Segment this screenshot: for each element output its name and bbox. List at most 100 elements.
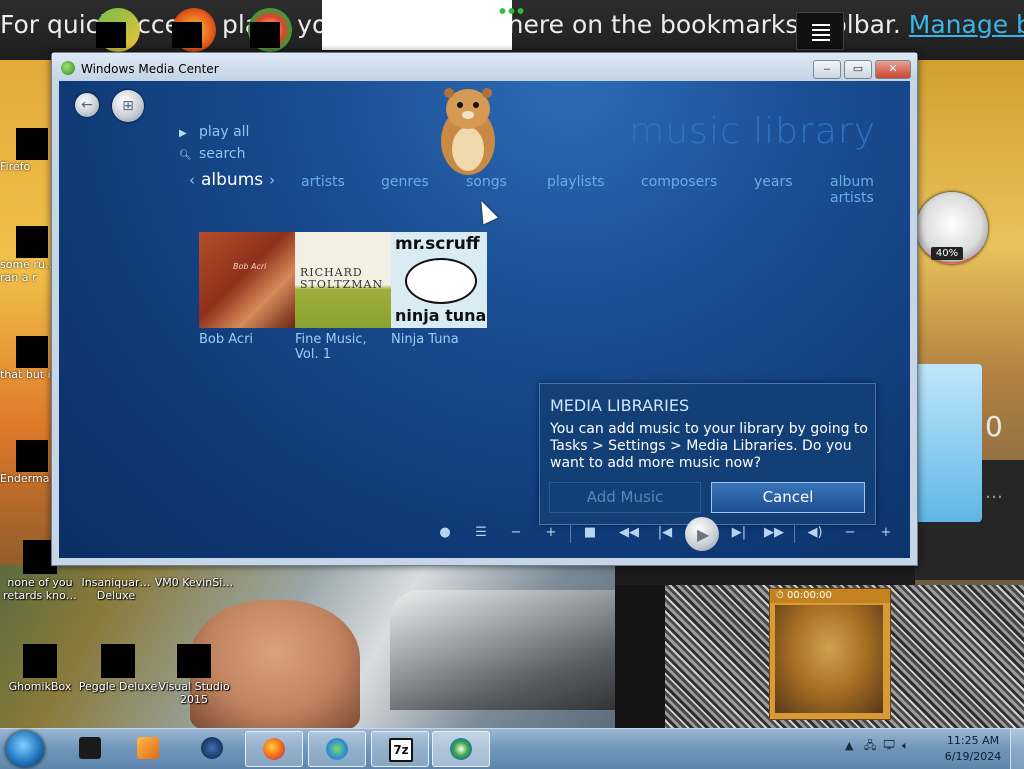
green-dots <box>498 6 526 16</box>
category-artists[interactable]: artists <box>301 174 345 190</box>
channel-up-icon[interactable]: + <box>541 525 561 540</box>
network-icon[interactable]: 🖧 <box>864 739 876 752</box>
taskbar-explorer[interactable] <box>62 731 118 765</box>
show-desktop-button[interactable] <box>1010 729 1024 769</box>
album-tile[interactable]: Bob Acri Bob Acri <box>199 232 295 347</box>
category-albums[interactable]: ‹ albums › <box>183 170 281 190</box>
desktop-icon-label: Peggle Deluxe <box>78 680 158 693</box>
media-center-content: ← ⊞ ▶ play all 🔍︎ search music library ‹ al… <box>59 81 910 558</box>
stop-icon[interactable]: ■ <box>580 525 600 540</box>
desktop-icon-peggle[interactable]: Peggle Deluxe <box>78 638 158 693</box>
show-hidden-icons-icon[interactable]: ▲ <box>845 739 853 752</box>
play-button[interactable]: ▶ <box>685 517 719 551</box>
rewind-icon[interactable]: ◀◀ <box>619 525 639 540</box>
taskbar-media-player[interactable] <box>120 731 176 765</box>
taskbar-app[interactable] <box>184 731 240 765</box>
taskbar-7zip[interactable]: 7z <box>371 731 429 767</box>
category-songs[interactable]: songs <box>466 174 507 190</box>
back-arrow-icon: ← <box>81 97 93 113</box>
manage-bookmarks-link[interactable]: Manage bookmarks… <box>909 10 1024 39</box>
media-center-logo-icon <box>61 61 75 75</box>
timer-readout: ⏱ 00:00:00 <box>770 589 890 603</box>
album-cover-text: Bob Acri <box>233 262 267 271</box>
mute-icon[interactable]: ◀) <box>805 525 825 540</box>
volume-icon[interactable]: 🔈︎ <box>902 739 909 752</box>
album-cover: mr.scruff ninja tuna <box>391 232 487 328</box>
panel-digit: 0 <box>985 410 1003 443</box>
desktop-icon-label: VM0 KevinSi… <box>154 576 234 589</box>
wallpaper-strip <box>615 585 665 730</box>
taskbar-messenger[interactable] <box>308 731 366 767</box>
media-center-icon <box>450 738 472 760</box>
play-all-item[interactable]: ▶ play all <box>179 124 249 140</box>
album-cover: RICHARD STOLTZMAN <box>295 232 391 328</box>
firefox-icon <box>263 738 285 760</box>
wallpaper-car-window <box>390 590 615 710</box>
list-icon[interactable]: ☰ <box>471 525 491 540</box>
app-icon <box>201 737 223 759</box>
file-icon <box>16 226 48 258</box>
cpu-meter-value: 40% <box>931 247 963 260</box>
album-title: Fine Music, Vol. 1 <box>295 332 367 362</box>
window-titlebar[interactable]: Windows Media Center ‒ ▭ ✕ <box>52 53 917 81</box>
robot-timer-gadget[interactable]: ⏱ 00:00:00 <box>769 588 891 720</box>
chevron-left-icon: ‹ <box>189 171 195 189</box>
volume-down-icon[interactable]: − <box>840 525 860 540</box>
album-title: Ninja Tuna <box>391 332 459 347</box>
back-button[interactable]: ← <box>75 93 99 117</box>
desktop-icon-ghomikbox[interactable]: GhomikBox <box>0 638 80 693</box>
album-cover-text: ninja tuna <box>395 306 487 325</box>
chevron-right-icon: › <box>269 171 276 189</box>
file-icon <box>16 336 48 368</box>
close-button[interactable]: ✕ <box>875 60 911 79</box>
record-icon[interactable]: ● <box>435 525 455 540</box>
taskbar-media-center[interactable] <box>432 731 490 767</box>
desktop-icon-label: Visual Studio 2015 <box>158 680 230 706</box>
hamster-image <box>441 88 495 175</box>
play-icon: ▶ <box>697 525 710 544</box>
minimize-button[interactable]: ‒ <box>813 60 841 79</box>
play-all-label: play all <box>199 124 250 140</box>
channel-down-icon[interactable]: − <box>506 525 526 540</box>
category-albums-label: albums <box>201 170 264 190</box>
previous-icon[interactable]: |◀ <box>655 525 675 540</box>
search-item[interactable]: 🔍︎ search <box>179 146 246 162</box>
messenger-icon <box>326 738 348 760</box>
album-tile[interactable]: mr.scruff ninja tuna Ninja Tuna <box>391 232 487 347</box>
clock[interactable]: 11:25 AM 6/19/2024 <box>944 733 1002 765</box>
transport-controls: ● ☰ − + ■ ◀◀ |◀ ▶ ▶| ▶▶ ◀) − + <box>433 513 903 557</box>
desktop-icon-label: GhomikBox <box>8 680 72 693</box>
category-years[interactable]: years <box>754 174 793 190</box>
category-composers[interactable]: composers <box>641 174 717 190</box>
add-music-button[interactable]: Add Music <box>549 482 701 513</box>
transport-separator <box>794 525 795 543</box>
desktop-icon-visual-studio[interactable]: Visual Studio 2015 <box>154 638 234 706</box>
restore-button[interactable]: ▭ <box>844 60 872 79</box>
browser-bookmarks-bar: For quick access, place your bookmarks h… <box>0 0 1024 60</box>
transport-separator <box>570 525 571 543</box>
clock-time: 11:25 AM <box>946 734 1000 747</box>
cancel-button[interactable]: Cancel <box>711 482 865 513</box>
timer-value: 00:00:00 <box>786 590 832 601</box>
album-cover-text: mr.scruff <box>395 234 480 254</box>
category-playlists[interactable]: playlists <box>547 174 605 190</box>
menu-icon[interactable] <box>796 12 844 50</box>
taskbar: 7z ▲ 🖧 🖵 🔈︎ 11:25 AM 6/19/2024 <box>0 728 1024 769</box>
start-orb-icon[interactable] <box>6 731 44 767</box>
fast-forward-icon[interactable]: ▶▶ <box>764 525 784 540</box>
next-icon[interactable]: ▶| <box>729 525 749 540</box>
category-genres[interactable]: genres <box>381 174 429 190</box>
clock-date: 6/19/2024 <box>944 750 1002 763</box>
dialog-body: You can add music to your library by goi… <box>550 421 868 471</box>
category-album-artists[interactable]: album artists <box>830 174 910 206</box>
sidebar-gadget-panel <box>912 364 982 522</box>
firefox-icon <box>16 128 48 160</box>
start-button[interactable]: ⊞ <box>112 90 144 122</box>
media-center-window[interactable]: Windows Media Center ‒ ▭ ✕ ← ⊞ ▶ play all… <box>51 52 918 566</box>
redaction-box <box>250 22 280 48</box>
album-tile[interactable]: RICHARD STOLTZMAN Fine Music, Vol. 1 <box>295 232 391 362</box>
volume-up-icon[interactable]: + <box>876 525 896 540</box>
taskbar-firefox[interactable] <box>245 731 303 767</box>
monitor-icon[interactable]: 🖵 <box>883 739 895 752</box>
system-tray: ▲ 🖧 🖵 🔈︎ <box>845 737 909 756</box>
